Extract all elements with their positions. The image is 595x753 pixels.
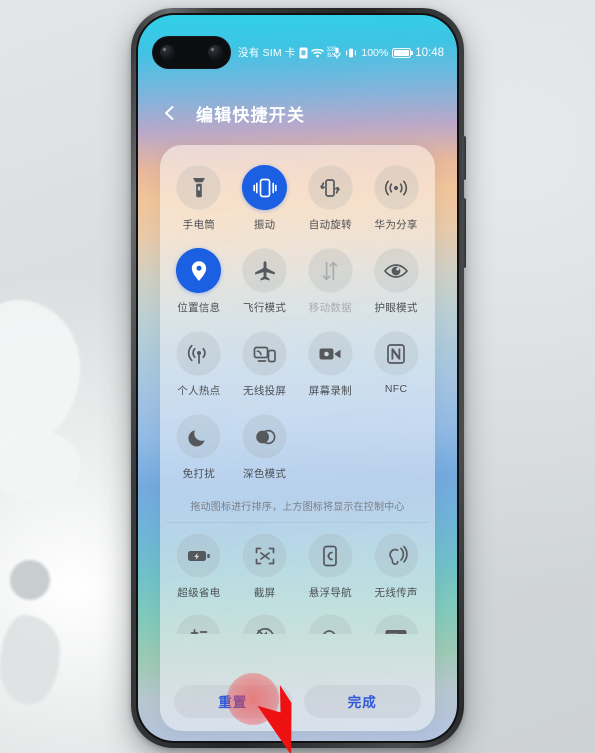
shortcut-label: 深色模式 bbox=[243, 468, 287, 480]
wireless-audio-icon bbox=[373, 533, 419, 578]
do-not-disturb-moon-icon bbox=[176, 414, 222, 459]
shortcuts-scroll-area[interactable]: 手电筒 振动 自动旋转 华为分享 位置信息 飞行模式 移动数据 护眼模式 个人热… bbox=[160, 145, 435, 679]
volume-button[interactable] bbox=[462, 136, 466, 180]
hotspot-icon bbox=[176, 331, 222, 376]
shortcut-label: 飞行模式 bbox=[243, 302, 287, 314]
phone-bezel: 没有 SIM 卡 328 B/s 100% 10:48 编辑快捷开关 手电筒 振… bbox=[136, 13, 459, 743]
shortcut-tile-mobile-data[interactable]: 移动数据 bbox=[298, 238, 364, 321]
floating-navigation-icon bbox=[307, 533, 353, 578]
edit-shortcuts-panel: 手电筒 振动 自动旋转 华为分享 位置信息 飞行模式 移动数据 护眼模式 个人热… bbox=[160, 145, 435, 731]
vibrate-icon bbox=[345, 47, 357, 59]
shortcut-label: 华为分享 bbox=[374, 219, 418, 231]
shortcut-tile-super-power-saving[interactable]: 超级省电 bbox=[166, 523, 232, 606]
phone-device-frame: 没有 SIM 卡 328 B/s 100% 10:48 编辑快捷开关 手电筒 振… bbox=[131, 8, 466, 748]
shortcut-tile-vibrate[interactable]: 振动 bbox=[232, 155, 298, 238]
status-bar-clock: 10:48 bbox=[415, 46, 444, 59]
microphone-icon bbox=[333, 47, 341, 59]
shortcut-label: 截屏 bbox=[253, 587, 276, 599]
clipped-shortcuts-row bbox=[166, 606, 429, 634]
shortcut-label: 移动数据 bbox=[308, 302, 352, 314]
wireless-projection-icon bbox=[242, 331, 288, 376]
back-arrow-icon[interactable] bbox=[160, 103, 180, 123]
calculator-icon bbox=[176, 614, 222, 634]
shortcut-tile-wireless-projection[interactable]: 无线投屏 bbox=[232, 321, 298, 404]
desk-object-3 bbox=[0, 615, 60, 705]
shortcut-label: 自动旋转 bbox=[308, 219, 352, 231]
shortcut-tile-dark-mode[interactable]: 深色模式 bbox=[232, 404, 298, 487]
screen-record-icon bbox=[307, 331, 353, 376]
shortcut-label: 位置信息 bbox=[177, 302, 221, 314]
shortcut-label: 手电筒 bbox=[182, 219, 216, 231]
shortcut-tile-floating-navigation[interactable]: 悬浮导航 bbox=[298, 523, 364, 606]
shortcut-label: 屏幕录制 bbox=[308, 385, 352, 397]
depth-camera-icon bbox=[208, 45, 223, 60]
shortcut-tile-hotspot[interactable]: 个人热点 bbox=[166, 321, 232, 404]
mute-icon bbox=[242, 614, 288, 634]
shortcut-label: 悬浮导航 bbox=[308, 587, 352, 599]
shortcut-tile-screen-record[interactable]: 屏幕录制 bbox=[298, 321, 364, 404]
shortcut-tile-location[interactable]: 位置信息 bbox=[166, 238, 232, 321]
power-button[interactable] bbox=[462, 198, 466, 268]
desk-object-1 bbox=[0, 300, 80, 450]
huawei-share-icon bbox=[373, 165, 419, 210]
shortcut-label: 护眼模式 bbox=[374, 302, 418, 314]
wallet-card-icon bbox=[373, 614, 419, 634]
auto-rotate-icon bbox=[307, 165, 353, 210]
shortcut-label: 免打扰 bbox=[182, 468, 216, 480]
desk-object-4 bbox=[10, 560, 50, 600]
battery-percent-text: 100% bbox=[361, 46, 389, 59]
page-header: 编辑快捷开关 bbox=[138, 93, 457, 133]
status-bar-left: 没有 SIM 卡 328 B/s bbox=[238, 36, 337, 69]
enabled-shortcuts-grid: 手电筒 振动 自动旋转 华为分享 位置信息 飞行模式 移动数据 护眼模式 个人热… bbox=[166, 155, 429, 487]
shortcut-tile-auto-rotate[interactable]: 自动旋转 bbox=[298, 155, 364, 238]
shortcut-tile-airplane-mode[interactable]: 飞行模式 bbox=[232, 238, 298, 321]
dark-mode-icon bbox=[242, 414, 288, 459]
shortcut-tile-screenshot[interactable]: 截屏 bbox=[232, 523, 298, 606]
status-bar-right: 100% 10:48 bbox=[333, 36, 444, 69]
panel-footer: 重置 完成 bbox=[160, 679, 435, 731]
shortcut-label: 无线传声 bbox=[374, 587, 418, 599]
shortcut-tile-eye-comfort[interactable]: 护眼模式 bbox=[363, 238, 429, 321]
shortcut-label: 无线投屏 bbox=[243, 385, 287, 397]
vibrate-icon bbox=[242, 165, 288, 210]
shortcut-tile-flashlight[interactable]: 手电筒 bbox=[166, 155, 232, 238]
nfc-icon bbox=[373, 331, 419, 376]
shortcut-tile-weather[interactable] bbox=[298, 606, 364, 634]
eye-comfort-icon bbox=[373, 248, 419, 293]
available-shortcuts-grid: 超级省电 截屏 悬浮导航 无线传声 bbox=[166, 522, 429, 606]
wifi-icon bbox=[310, 47, 324, 58]
shortcut-tile-wallet[interactable] bbox=[363, 606, 429, 634]
desk-object-2 bbox=[0, 430, 80, 500]
page-title: 编辑快捷开关 bbox=[196, 105, 306, 125]
battery-full-icon bbox=[392, 47, 414, 58]
shortcut-label: 个人热点 bbox=[177, 385, 221, 397]
shortcut-tile-huawei-share[interactable]: 华为分享 bbox=[363, 155, 429, 238]
front-camera-punchhole bbox=[152, 36, 231, 69]
reset-button[interactable]: 重置 bbox=[174, 684, 292, 718]
phone-screen: 没有 SIM 卡 328 B/s 100% 10:48 编辑快捷开关 手电筒 振… bbox=[138, 15, 457, 741]
done-button[interactable]: 完成 bbox=[303, 684, 421, 718]
weather-cloud-icon bbox=[307, 614, 353, 634]
drag-hint-text: 拖动图标进行排序，上方图标将显示在控制中心 bbox=[190, 502, 405, 513]
flashlight-icon bbox=[176, 165, 222, 210]
shortcut-tile-do-not-disturb[interactable]: 免打扰 bbox=[166, 404, 232, 487]
screenshot-icon bbox=[242, 533, 288, 578]
sim-status-text: 没有 SIM 卡 bbox=[238, 47, 296, 59]
shortcut-label: 超级省电 bbox=[177, 587, 221, 599]
mobile-data-icon bbox=[307, 248, 353, 293]
shortcut-tile-wireless-audio[interactable]: 无线传声 bbox=[363, 523, 429, 606]
location-pin-icon bbox=[176, 248, 222, 293]
sim-card-icon bbox=[299, 47, 308, 59]
status-bar: 没有 SIM 卡 328 B/s 100% 10:48 bbox=[138, 15, 457, 71]
shortcut-tile-mute[interactable] bbox=[232, 606, 298, 634]
super-power-saving-icon bbox=[176, 533, 222, 578]
shortcut-label: 振动 bbox=[253, 219, 276, 231]
shortcut-tile-calculator[interactable] bbox=[166, 606, 232, 634]
front-camera-icon bbox=[160, 45, 175, 60]
shortcut-label: NFC bbox=[384, 383, 408, 395]
shortcut-tile-nfc[interactable]: NFC bbox=[363, 321, 429, 404]
airplane-icon bbox=[242, 248, 288, 293]
